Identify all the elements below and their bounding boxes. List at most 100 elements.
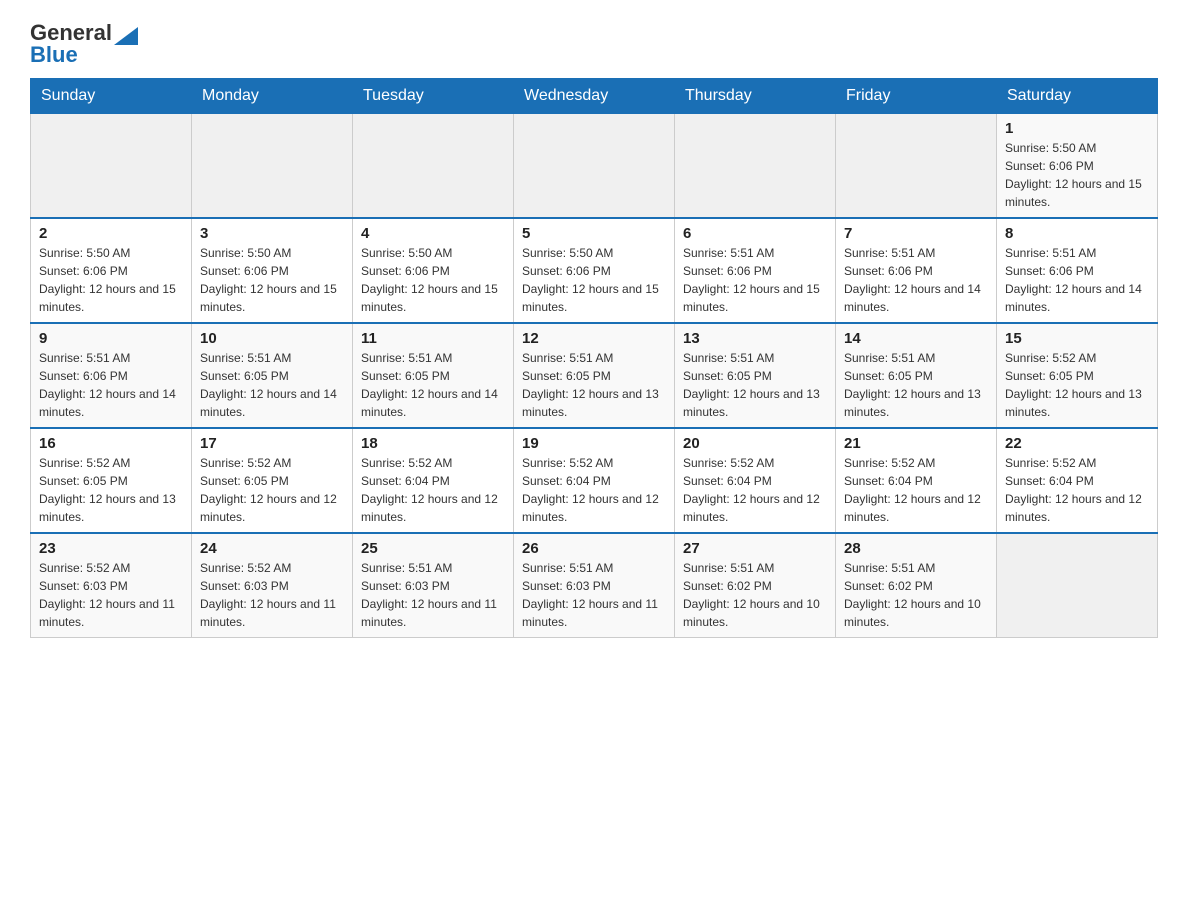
calendar-cell: 12 Sunrise: 5:51 AMSunset: 6:05 PMDayligh… bbox=[514, 323, 675, 428]
calendar-cell: 21 Sunrise: 5:52 AMSunset: 6:04 PMDayligh… bbox=[836, 428, 997, 533]
day-number: 14 bbox=[844, 330, 988, 347]
day-number: 27 bbox=[683, 540, 827, 557]
calendar-header-row: SundayMondayTuesdayWednesdayThursdayFrid… bbox=[31, 79, 1158, 114]
day-number: 2 bbox=[39, 225, 183, 242]
calendar-cell: 5 Sunrise: 5:50 AMSunset: 6:06 PMDaylight… bbox=[514, 218, 675, 323]
day-number: 9 bbox=[39, 330, 183, 347]
day-number: 10 bbox=[200, 330, 344, 347]
day-number: 7 bbox=[844, 225, 988, 242]
calendar-cell: 10 Sunrise: 5:51 AMSunset: 6:05 PMDayligh… bbox=[192, 323, 353, 428]
calendar-cell bbox=[31, 114, 192, 219]
calendar-cell bbox=[997, 533, 1158, 638]
day-number: 28 bbox=[844, 540, 988, 557]
calendar-cell: 1Sunrise: 5:50 AMSunset: 6:06 PMDaylight… bbox=[997, 114, 1158, 219]
day-number: 17 bbox=[200, 435, 344, 452]
calendar-cell: 17 Sunrise: 5:52 AMSunset: 6:05 PMDayligh… bbox=[192, 428, 353, 533]
calendar-table: SundayMondayTuesdayWednesdayThursdayFrid… bbox=[30, 78, 1158, 638]
day-info: Sunrise: 5:51 AMSunset: 6:02 PMDaylight:… bbox=[683, 559, 827, 631]
calendar-cell bbox=[836, 114, 997, 219]
day-number: 23 bbox=[39, 540, 183, 557]
calendar-cell: 15 Sunrise: 5:52 AMSunset: 6:05 PMDayligh… bbox=[997, 323, 1158, 428]
calendar-cell: 25Sunrise: 5:51 AMSunset: 6:03 PMDayligh… bbox=[353, 533, 514, 638]
calendar-header-saturday: Saturday bbox=[997, 79, 1158, 114]
day-info: Sunrise: 5:51 AMSunset: 6:06 PMDaylight:… bbox=[683, 244, 827, 316]
calendar-cell: 18Sunrise: 5:52 AMSunset: 6:04 PMDayligh… bbox=[353, 428, 514, 533]
day-info: Sunrise: 5:51 AMSunset: 6:03 PMDaylight:… bbox=[522, 559, 666, 631]
calendar-cell: 28 Sunrise: 5:51 AMSunset: 6:02 PMDayligh… bbox=[836, 533, 997, 638]
day-info: Sunrise: 5:50 AMSunset: 6:06 PMDaylight:… bbox=[522, 244, 666, 316]
day-info: Sunrise: 5:52 AMSunset: 6:04 PMDaylight:… bbox=[522, 454, 666, 526]
calendar-week-row: 9 Sunrise: 5:51 AMSunset: 6:06 PMDaylight… bbox=[31, 323, 1158, 428]
day-info: Sunrise: 5:51 AMSunset: 6:02 PMDaylight:… bbox=[844, 559, 988, 631]
calendar-header-sunday: Sunday bbox=[31, 79, 192, 114]
calendar-cell bbox=[192, 114, 353, 219]
day-number: 26 bbox=[522, 540, 666, 557]
day-number: 15 bbox=[1005, 330, 1149, 347]
day-info: Sunrise: 5:52 AMSunset: 6:05 PMDaylight:… bbox=[39, 454, 183, 526]
day-info: Sunrise: 5:51 AMSunset: 6:05 PMDaylight:… bbox=[844, 349, 988, 421]
calendar-week-row: 1Sunrise: 5:50 AMSunset: 6:06 PMDaylight… bbox=[31, 114, 1158, 219]
calendar-cell bbox=[514, 114, 675, 219]
calendar-cell: 9 Sunrise: 5:51 AMSunset: 6:06 PMDaylight… bbox=[31, 323, 192, 428]
day-number: 24 bbox=[200, 540, 344, 557]
calendar-cell: 3Sunrise: 5:50 AMSunset: 6:06 PMDaylight… bbox=[192, 218, 353, 323]
day-info: Sunrise: 5:51 AMSunset: 6:06 PMDaylight:… bbox=[39, 349, 183, 421]
calendar-cell: 22 Sunrise: 5:52 AMSunset: 6:04 PMDayligh… bbox=[997, 428, 1158, 533]
day-number: 13 bbox=[683, 330, 827, 347]
day-info: Sunrise: 5:51 AMSunset: 6:06 PMDaylight:… bbox=[1005, 244, 1149, 316]
logo-blue-text: Blue bbox=[30, 42, 78, 68]
day-number: 11 bbox=[361, 330, 505, 347]
day-info: Sunrise: 5:52 AMSunset: 6:04 PMDaylight:… bbox=[844, 454, 988, 526]
day-number: 21 bbox=[844, 435, 988, 452]
calendar-header-tuesday: Tuesday bbox=[353, 79, 514, 114]
calendar-cell: 11 Sunrise: 5:51 AMSunset: 6:05 PMDayligh… bbox=[353, 323, 514, 428]
calendar-header-monday: Monday bbox=[192, 79, 353, 114]
calendar-cell: 26 Sunrise: 5:51 AMSunset: 6:03 PMDayligh… bbox=[514, 533, 675, 638]
day-info: Sunrise: 5:51 AMSunset: 6:05 PMDaylight:… bbox=[200, 349, 344, 421]
calendar-cell: 8 Sunrise: 5:51 AMSunset: 6:06 PMDaylight… bbox=[997, 218, 1158, 323]
day-info: Sunrise: 5:51 AMSunset: 6:05 PMDaylight:… bbox=[361, 349, 505, 421]
day-info: Sunrise: 5:51 AMSunset: 6:05 PMDaylight:… bbox=[683, 349, 827, 421]
calendar-cell: 16 Sunrise: 5:52 AMSunset: 6:05 PMDayligh… bbox=[31, 428, 192, 533]
day-info: Sunrise: 5:52 AMSunset: 6:04 PMDaylight:… bbox=[1005, 454, 1149, 526]
calendar-header-friday: Friday bbox=[836, 79, 997, 114]
day-number: 22 bbox=[1005, 435, 1149, 452]
calendar-header-thursday: Thursday bbox=[675, 79, 836, 114]
day-info: Sunrise: 5:52 AMSunset: 6:04 PMDaylight:… bbox=[683, 454, 827, 526]
calendar-cell: 19Sunrise: 5:52 AMSunset: 6:04 PMDayligh… bbox=[514, 428, 675, 533]
day-info: Sunrise: 5:50 AMSunset: 6:06 PMDaylight:… bbox=[39, 244, 183, 316]
logo-flag-icon bbox=[114, 21, 138, 45]
calendar-cell: 24 Sunrise: 5:52 AMSunset: 6:03 PMDayligh… bbox=[192, 533, 353, 638]
calendar-week-row: 23 Sunrise: 5:52 AMSunset: 6:03 PMDayligh… bbox=[31, 533, 1158, 638]
calendar-cell: 13 Sunrise: 5:51 AMSunset: 6:05 PMDayligh… bbox=[675, 323, 836, 428]
day-info: Sunrise: 5:52 AMSunset: 6:03 PMDaylight:… bbox=[39, 559, 183, 631]
day-number: 4 bbox=[361, 225, 505, 242]
day-info: Sunrise: 5:51 AMSunset: 6:05 PMDaylight:… bbox=[522, 349, 666, 421]
calendar-cell: 14 Sunrise: 5:51 AMSunset: 6:05 PMDayligh… bbox=[836, 323, 997, 428]
day-info: Sunrise: 5:51 AMSunset: 6:06 PMDaylight:… bbox=[844, 244, 988, 316]
day-number: 8 bbox=[1005, 225, 1149, 242]
logo: General Blue bbox=[30, 20, 138, 68]
calendar-cell bbox=[353, 114, 514, 219]
day-number: 16 bbox=[39, 435, 183, 452]
day-info: Sunrise: 5:52 AMSunset: 6:05 PMDaylight:… bbox=[1005, 349, 1149, 421]
day-info: Sunrise: 5:52 AMSunset: 6:05 PMDaylight:… bbox=[200, 454, 344, 526]
day-number: 6 bbox=[683, 225, 827, 242]
calendar-week-row: 2 Sunrise: 5:50 AMSunset: 6:06 PMDaylight… bbox=[31, 218, 1158, 323]
day-info: Sunrise: 5:52 AMSunset: 6:03 PMDaylight:… bbox=[200, 559, 344, 631]
calendar-header-wednesday: Wednesday bbox=[514, 79, 675, 114]
calendar-cell: 4Sunrise: 5:50 AMSunset: 6:06 PMDaylight… bbox=[353, 218, 514, 323]
calendar-cell: 20 Sunrise: 5:52 AMSunset: 6:04 PMDayligh… bbox=[675, 428, 836, 533]
calendar-week-row: 16 Sunrise: 5:52 AMSunset: 6:05 PMDayligh… bbox=[31, 428, 1158, 533]
day-number: 12 bbox=[522, 330, 666, 347]
day-number: 3 bbox=[200, 225, 344, 242]
day-info: Sunrise: 5:51 AMSunset: 6:03 PMDaylight:… bbox=[361, 559, 505, 631]
calendar-cell: 23 Sunrise: 5:52 AMSunset: 6:03 PMDayligh… bbox=[31, 533, 192, 638]
calendar-cell: 6 Sunrise: 5:51 AMSunset: 6:06 PMDaylight… bbox=[675, 218, 836, 323]
day-number: 20 bbox=[683, 435, 827, 452]
calendar-cell bbox=[675, 114, 836, 219]
page-header: General Blue bbox=[30, 20, 1158, 68]
calendar-cell: 2 Sunrise: 5:50 AMSunset: 6:06 PMDaylight… bbox=[31, 218, 192, 323]
day-number: 5 bbox=[522, 225, 666, 242]
day-number: 1 bbox=[1005, 120, 1149, 137]
